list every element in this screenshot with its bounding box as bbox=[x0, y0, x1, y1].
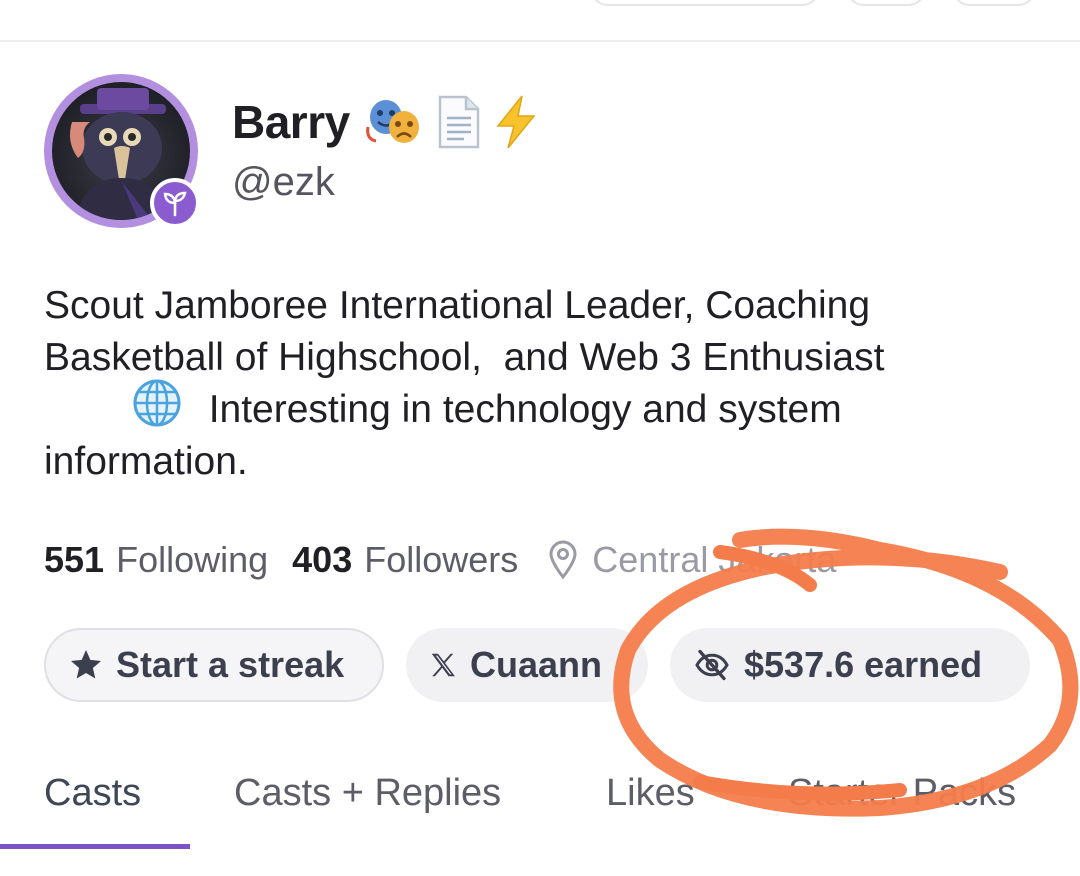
start-streak-button[interactable]: Start a streak bbox=[44, 628, 384, 702]
username: @ezk bbox=[232, 160, 335, 204]
bio: Scout Jamboree International Leader, Coa… bbox=[44, 280, 1044, 488]
profile-tabs: Casts Casts + Replies Likes Starter Pack… bbox=[0, 772, 1080, 832]
followers-count[interactable]: 403 bbox=[292, 539, 352, 581]
top-action-button[interactable] bbox=[846, 0, 926, 6]
top-action-button[interactable] bbox=[590, 0, 820, 6]
location-text: Central Jakarta bbox=[592, 539, 837, 580]
bio-line: Basketball of Highschool, and Web 3 Enth… bbox=[44, 336, 885, 379]
followers-label[interactable]: Followers bbox=[364, 539, 518, 581]
start-streak-label: Start a streak bbox=[116, 644, 345, 685]
earnings-label: $537.6 earned bbox=[744, 644, 983, 685]
theater-masks-icon bbox=[365, 100, 419, 143]
x-account-label: Cuaann bbox=[470, 644, 603, 685]
location: Central Jakarta bbox=[548, 539, 836, 581]
bio-line: Scout Jamboree International Leader, Coa… bbox=[44, 284, 871, 327]
name-row: Barry bbox=[232, 92, 538, 152]
tab-likes[interactable]: Likes bbox=[606, 772, 695, 815]
profile-page: Barry @ezk Scout Jamboree International … bbox=[0, 0, 1080, 876]
bio-text: Interesting in technology and system bbox=[208, 388, 842, 431]
top-action-button[interactable] bbox=[952, 0, 1036, 6]
map-pin-icon bbox=[549, 540, 577, 580]
following-label[interactable]: Following bbox=[116, 539, 268, 581]
document-icon bbox=[438, 95, 479, 149]
bio-line: information. bbox=[44, 440, 248, 483]
active-tab-indicator bbox=[0, 844, 190, 849]
earnings-button[interactable]: $537.6 earned bbox=[670, 628, 1030, 702]
tab-casts-replies[interactable]: Casts + Replies bbox=[234, 772, 501, 815]
x-account-button[interactable]: Cuaann bbox=[406, 628, 648, 702]
name-emojis bbox=[364, 94, 538, 150]
following-count[interactable]: 551 bbox=[44, 539, 104, 581]
profile-stats: 551 Following 403 Followers Central Jaka… bbox=[44, 534, 836, 586]
header-divider bbox=[0, 40, 1080, 42]
tab-starter-packs[interactable]: Starter Packs bbox=[788, 772, 1016, 815]
lightning-icon bbox=[496, 95, 536, 149]
bio-line: Interesting in technology and system bbox=[44, 379, 1044, 436]
sprout-badge bbox=[150, 178, 200, 228]
star-icon bbox=[68, 647, 104, 683]
display-name: Barry bbox=[232, 96, 350, 148]
sprout-icon bbox=[163, 191, 187, 217]
eye-off-icon bbox=[692, 647, 732, 683]
x-logo-icon bbox=[428, 650, 458, 680]
tab-casts[interactable]: Casts bbox=[44, 772, 141, 815]
